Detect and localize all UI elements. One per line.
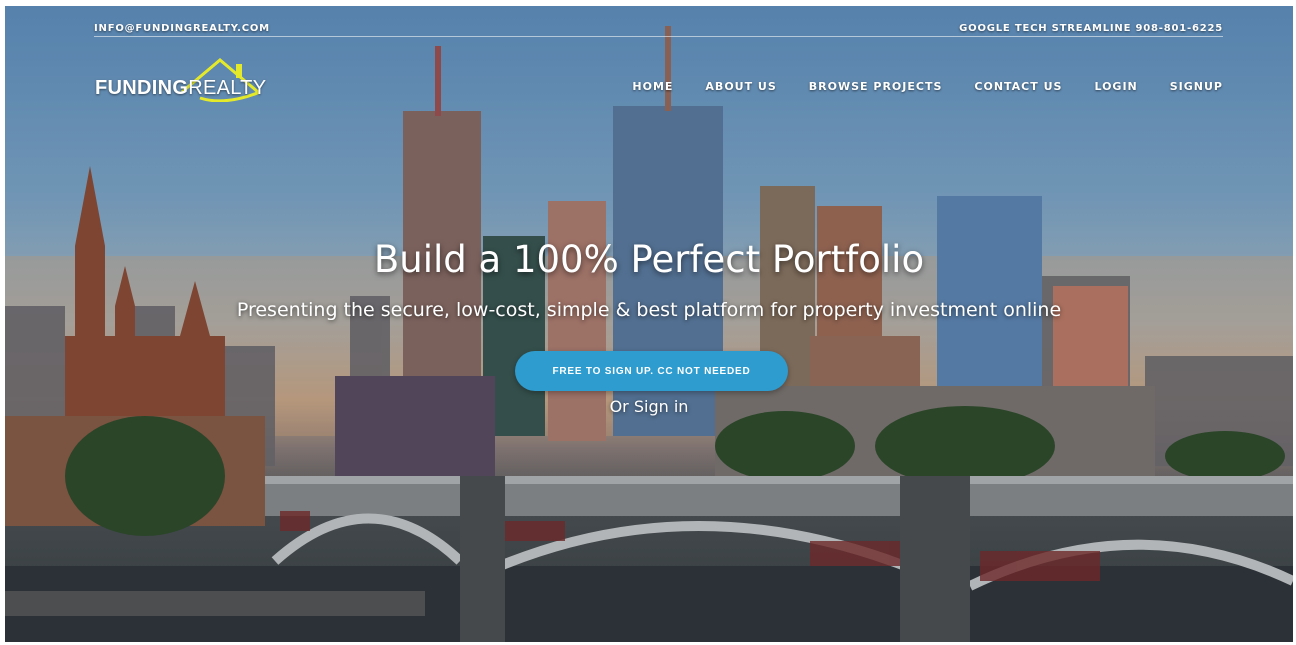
- free-signup-button[interactable]: FREE TO SIGN UP. CC NOT NEEDED: [515, 351, 788, 391]
- main-nav: HOME ABOUT US BROWSE PROJECTS CONTACT US…: [632, 80, 1223, 93]
- nav-login[interactable]: LOGIN: [1094, 80, 1137, 93]
- nav-home[interactable]: HOME: [632, 80, 673, 93]
- top-divider: [94, 36, 1223, 37]
- nav-contact-us[interactable]: CONTACT US: [974, 80, 1062, 93]
- site-logo[interactable]: FUNDINGREALTY: [95, 58, 295, 104]
- logo-word-funding: FUNDING: [95, 77, 189, 99]
- logo-word-realty: REALTY: [188, 77, 267, 99]
- contact-phone[interactable]: GOOGLE TECH STREAMLINE 908-801-6225: [959, 23, 1223, 34]
- nav-about-us[interactable]: ABOUT US: [705, 80, 776, 93]
- nav-signup[interactable]: SIGNUP: [1170, 80, 1223, 93]
- logo-text: FUNDINGREALTY: [95, 77, 266, 100]
- nav-browse-projects[interactable]: BROWSE PROJECTS: [809, 80, 943, 93]
- contact-email[interactable]: INFO@FUNDINGREALTY.COM: [94, 23, 270, 34]
- hero-section: INFO@FUNDINGREALTY.COM GOOGLE TECH STREA…: [5, 6, 1293, 642]
- hero-subline: Presenting the secure, low-cost, simple …: [236, 299, 1062, 321]
- top-bar: INFO@FUNDINGREALTY.COM GOOGLE TECH STREA…: [5, 23, 1293, 37]
- hero-headline: Build a 100% Perfect Portfolio: [373, 238, 925, 281]
- sign-in-link[interactable]: Or Sign in: [5, 397, 1293, 416]
